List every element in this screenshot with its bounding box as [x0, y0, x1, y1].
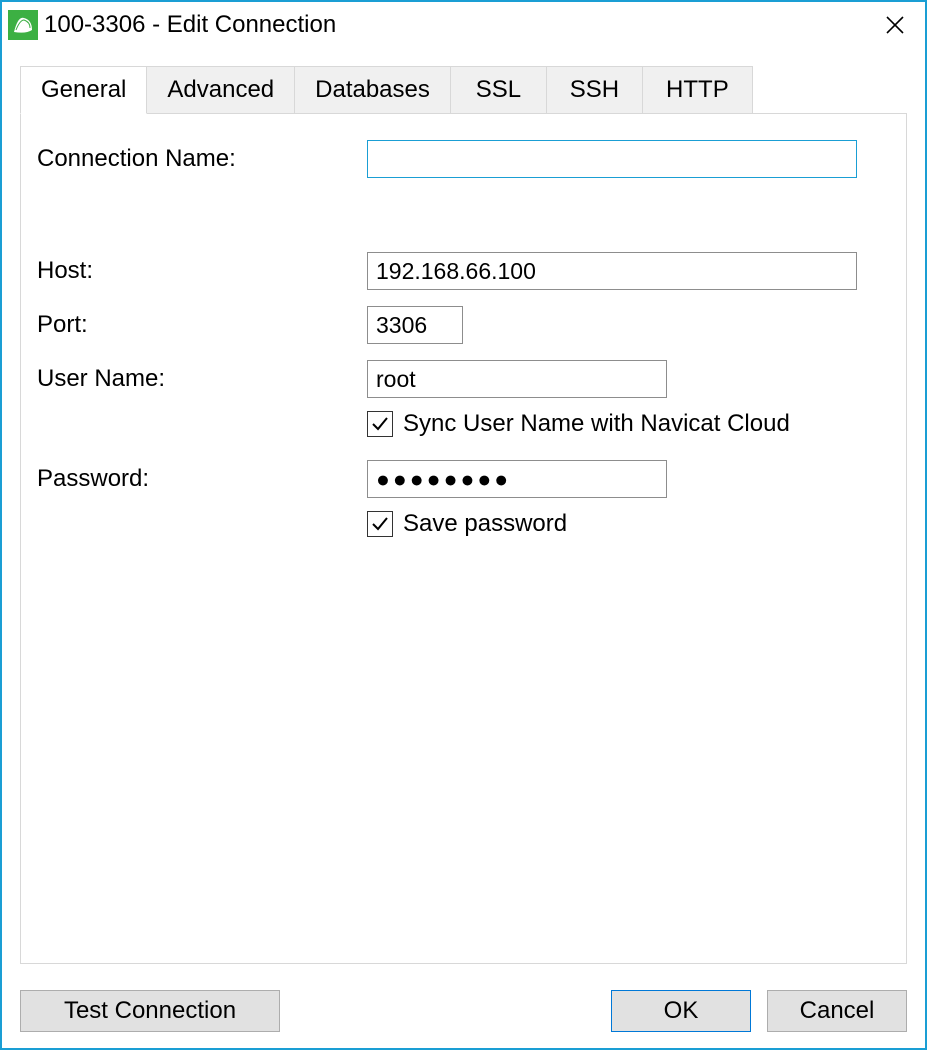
tab-panel-general: Connection Name: Host: Port: User Name:	[20, 113, 907, 964]
tab-ssh[interactable]: SSH	[547, 66, 643, 114]
host-label: Host:	[37, 257, 367, 285]
tab-advanced[interactable]: Advanced	[147, 66, 295, 114]
test-connection-button[interactable]: Test Connection	[20, 990, 280, 1032]
password-label: Password:	[37, 465, 367, 493]
app-icon	[8, 10, 38, 40]
tab-bar: General Advanced Databases SSL SSH HTTP	[20, 66, 907, 114]
row-save-password: Save password	[367, 510, 890, 538]
sync-cloud-label: Sync User Name with Navicat Cloud	[403, 410, 790, 438]
tab-http[interactable]: HTTP	[643, 66, 753, 114]
connection-name-label: Connection Name:	[37, 145, 367, 173]
row-sync-cloud: Sync User Name with Navicat Cloud	[367, 410, 890, 438]
host-input[interactable]	[367, 252, 857, 290]
row-password: Password:	[37, 460, 890, 498]
port-input[interactable]	[367, 306, 463, 344]
edit-connection-dialog: 100-3306 - Edit Connection General Advan…	[0, 0, 927, 1050]
tab-general[interactable]: General	[20, 66, 147, 114]
dialog-footer: Test Connection OK Cancel	[2, 976, 925, 1048]
save-password-label: Save password	[403, 510, 567, 538]
close-button[interactable]	[875, 5, 915, 45]
user-name-input[interactable]	[367, 360, 667, 398]
checkmark-icon	[370, 514, 390, 534]
row-port: Port:	[37, 306, 890, 344]
user-name-label: User Name:	[37, 365, 367, 393]
titlebar: 100-3306 - Edit Connection	[2, 2, 925, 48]
connection-name-input[interactable]	[367, 140, 857, 178]
row-user: User Name:	[37, 360, 890, 398]
dialog-content: General Advanced Databases SSL SSH HTTP …	[2, 48, 925, 976]
sync-cloud-checkbox[interactable]	[367, 411, 393, 437]
window-title: 100-3306 - Edit Connection	[44, 11, 875, 39]
close-icon	[885, 15, 905, 35]
row-host: Host:	[37, 252, 890, 290]
port-label: Port:	[37, 311, 367, 339]
row-connection-name: Connection Name:	[37, 140, 890, 178]
ok-button[interactable]: OK	[611, 990, 751, 1032]
cancel-button[interactable]: Cancel	[767, 990, 907, 1032]
password-input[interactable]	[367, 460, 667, 498]
tab-databases[interactable]: Databases	[295, 66, 451, 114]
checkmark-icon	[370, 414, 390, 434]
tab-ssl[interactable]: SSL	[451, 66, 547, 114]
save-password-checkbox[interactable]	[367, 511, 393, 537]
